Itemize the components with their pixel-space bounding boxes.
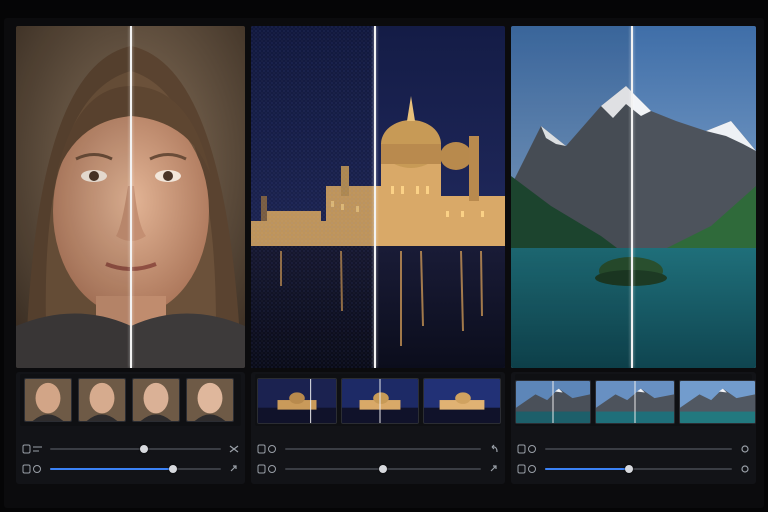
slider-knob[interactable]: [140, 445, 149, 453]
mountain-thumb[interactable]: [595, 380, 675, 424]
comparison-divider-handle[interactable]: [374, 26, 376, 368]
comparison-panel-landscape[interactable]: [511, 26, 756, 368]
control-panel-landscape: [511, 372, 756, 484]
detail-slider[interactable]: [50, 465, 221, 473]
slider-row: [20, 442, 239, 456]
city-thumb[interactable]: [257, 378, 337, 424]
sliders-icon: [22, 444, 42, 454]
slider-row: [20, 462, 239, 476]
noise-slider[interactable]: [285, 448, 481, 450]
portrait-thumb[interactable]: [24, 378, 72, 422]
undo-icon[interactable]: [489, 443, 499, 455]
city-thumb[interactable]: [423, 378, 501, 424]
slider-knob[interactable]: [379, 465, 387, 473]
link-icon[interactable]: [489, 463, 499, 475]
shuffle-icon[interactable]: [229, 443, 239, 455]
thumbnail-strip: [515, 374, 756, 426]
thumbnail-strip: [20, 374, 241, 426]
link-icon[interactable]: [229, 463, 239, 475]
sliders-icon: [257, 464, 276, 474]
portrait-thumb[interactable]: [186, 378, 234, 422]
thumbnail-strip: [255, 374, 501, 426]
slider-row: [255, 462, 499, 476]
slider-row: [515, 442, 750, 456]
sliders-icon: [517, 444, 536, 454]
portrait-thumb[interactable]: [132, 378, 180, 422]
mountain-thumb[interactable]: [679, 380, 756, 424]
circle-icon[interactable]: [740, 443, 750, 455]
slider-row: [255, 442, 499, 456]
comparison-panel-city[interactable]: [251, 26, 505, 368]
portrait-thumb[interactable]: [78, 378, 126, 422]
slider-row: [515, 462, 750, 476]
night-city-image: [251, 26, 505, 368]
comparison-panel-portrait[interactable]: [16, 26, 245, 368]
slider-knob[interactable]: [625, 465, 634, 473]
circle-icon[interactable]: [740, 463, 750, 475]
sliders-icon: [22, 464, 41, 474]
haze-slider[interactable]: [545, 448, 732, 450]
comparison-divider-handle[interactable]: [631, 26, 633, 368]
mountain-lake-image: [511, 26, 756, 368]
comparison-divider-handle[interactable]: [130, 26, 132, 368]
slider-fill: [545, 468, 630, 470]
sharpness-slider[interactable]: [285, 465, 481, 473]
strength-slider[interactable]: [50, 445, 221, 453]
control-panel-city: [251, 372, 505, 484]
slider-fill: [50, 468, 174, 470]
mountain-thumb[interactable]: [515, 380, 591, 424]
sliders-icon: [517, 464, 536, 474]
slider-knob[interactable]: [169, 465, 178, 473]
saturation-slider[interactable]: [545, 465, 732, 473]
control-panel-portrait: [16, 372, 245, 484]
city-thumb[interactable]: [341, 378, 419, 424]
sliders-icon: [257, 444, 276, 454]
